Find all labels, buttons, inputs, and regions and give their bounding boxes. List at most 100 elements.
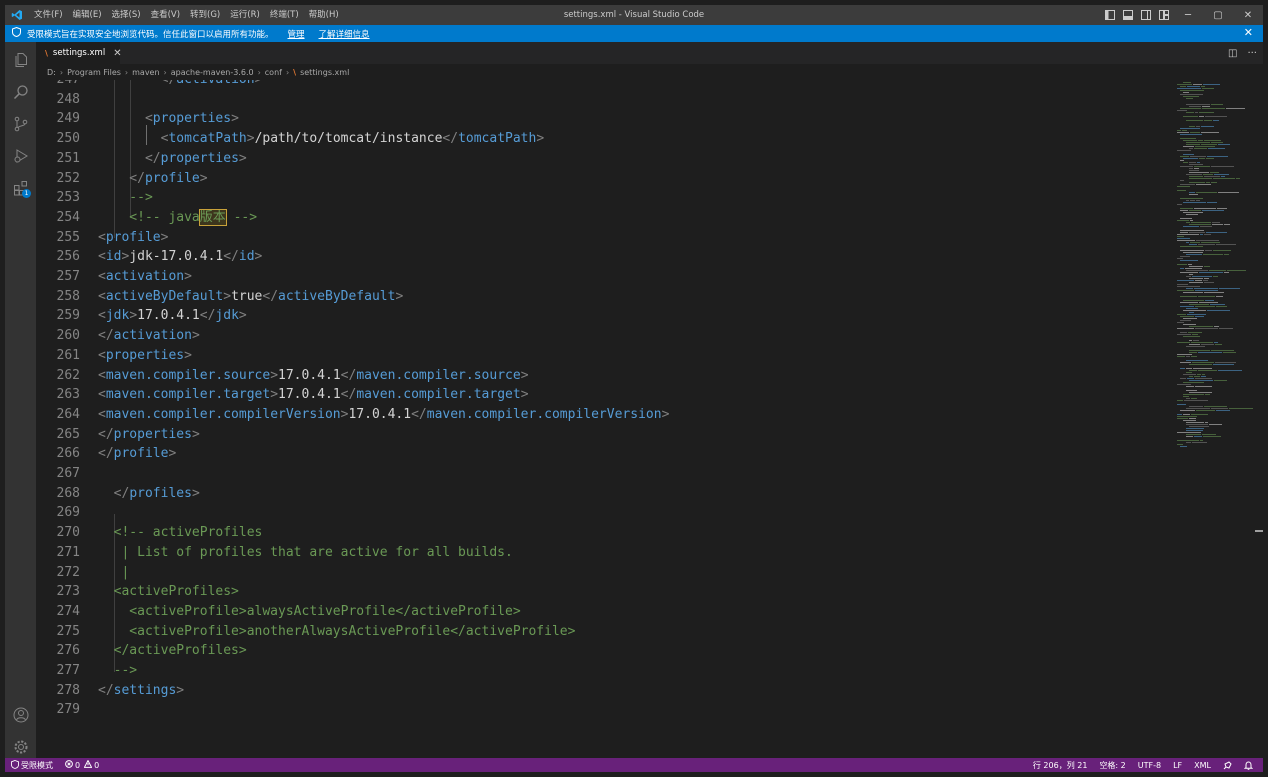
breadcrumb-item[interactable]: conf	[265, 68, 282, 77]
search-icon[interactable]	[5, 77, 36, 107]
code-line[interactable]: 279	[36, 700, 1176, 720]
code-line[interactable]: 272 |	[36, 563, 1176, 583]
code-line[interactable]: 255 <profile>	[36, 228, 1176, 248]
account-icon[interactable]	[5, 700, 36, 730]
customize-layout-icon[interactable]	[1155, 5, 1173, 25]
menu-view[interactable]: 查看(V)	[146, 5, 185, 25]
code-line[interactable]: 269	[36, 503, 1176, 523]
menu-help[interactable]: 帮助(H)	[304, 5, 344, 25]
banner-manage-link[interactable]: 管理	[288, 28, 305, 40]
code-line[interactable]: 268 </profiles>	[36, 484, 1176, 504]
scrollbar-marker[interactable]	[1255, 530, 1263, 532]
code-token: <	[98, 308, 106, 324]
code-line[interactable]: 274 <activeProfile>alwaysActiveProfile</…	[36, 602, 1176, 622]
code-token: id	[105, 249, 122, 265]
breadcrumb-item[interactable]: settings.xml	[300, 68, 349, 77]
code-line[interactable]: 256 <id>jdk-17.0.4.1</id>	[36, 247, 1176, 267]
minimap-line	[1196, 200, 1200, 201]
code-line[interactable]: 251 </properties>	[36, 149, 1176, 169]
minimize-button[interactable]: ─	[1173, 5, 1203, 25]
code-line[interactable]: 267	[36, 464, 1176, 484]
minimap-line	[1189, 162, 1196, 163]
code-line[interactable]: 250 <tomcatPath>/path/to/tomcat/instance…	[36, 129, 1176, 149]
line-number: 276	[56, 643, 80, 659]
code-line[interactable]: 263 <maven.compiler.target>17.0.4.1</mave…	[36, 385, 1176, 405]
code-line[interactable]: 277 -->	[36, 661, 1176, 681]
minimap-line	[1183, 154, 1194, 155]
close-window-button[interactable]: ✕	[1233, 5, 1263, 25]
code-line[interactable]: 248	[36, 90, 1176, 110]
code-line[interactable]: 252 </profile>	[36, 169, 1176, 189]
code-line[interactable]: 259 <jdk>17.0.4.1</jdk>	[36, 306, 1176, 326]
line-number: 266	[56, 446, 80, 462]
menu-terminal[interactable]: 终端(T)	[265, 5, 304, 25]
menu-go[interactable]: 转到(G)	[185, 5, 225, 25]
code-token: maven.compiler.compilerVersion	[426, 406, 662, 422]
code-line[interactable]: 262 <maven.compiler.source>17.0.4.1</mave…	[36, 366, 1176, 386]
line-number: 251	[56, 150, 80, 166]
code-line[interactable]: 260 </activation>	[36, 326, 1176, 346]
extensions-icon[interactable]: 1	[5, 173, 36, 203]
minimap-line	[1224, 272, 1229, 273]
code-line[interactable]: 276 </activeProfiles>	[36, 641, 1176, 661]
code-editor[interactable]: 247 </activation>248249 <properties>250 …	[36, 80, 1263, 758]
menu-file[interactable]: 文件(F)	[29, 5, 68, 25]
minimap-line	[1180, 302, 1198, 303]
problems-status[interactable]: 0 0	[59, 758, 105, 772]
toggle-primary-sidebar-icon[interactable]	[1101, 5, 1119, 25]
menu-run[interactable]: 运行(R)	[225, 5, 265, 25]
tab-settings-xml[interactable]: \ settings.xml ✕	[36, 42, 122, 64]
line-number: 268	[56, 485, 80, 501]
code-line[interactable]: 275 <activeProfile>anotherAlwaysActivePr…	[36, 622, 1176, 642]
minimap-line	[1189, 282, 1203, 283]
menu-selection[interactable]: 选择(S)	[107, 5, 146, 25]
minimap-line	[1186, 214, 1198, 215]
line-code: <activation>	[98, 267, 192, 287]
more-actions-icon[interactable]: ···	[1247, 48, 1257, 59]
run-debug-icon[interactable]	[5, 141, 36, 171]
code-line[interactable]: 254 <!-- java版本 -->	[36, 208, 1176, 228]
code-line[interactable]: 264 <maven.compiler.compilerVersion>17.0.…	[36, 405, 1176, 425]
toggle-panel-icon[interactable]	[1119, 5, 1137, 25]
code-line[interactable]: 278 </settings>	[36, 681, 1176, 701]
code-line[interactable]: 247 </activation>	[36, 80, 1176, 90]
minimap-line	[1189, 126, 1195, 127]
code-line[interactable]: 271 | List of profiles that are active f…	[36, 543, 1176, 563]
language-mode[interactable]: XML	[1188, 758, 1217, 772]
code-token: </	[98, 170, 145, 186]
code-line[interactable]: 249 <properties>	[36, 109, 1176, 129]
banner-close-button[interactable]: ✕	[1244, 26, 1253, 39]
restricted-mode-status[interactable]: 受限模式	[5, 758, 59, 772]
code-line[interactable]: 265 </properties>	[36, 425, 1176, 445]
line-code: </settings>	[98, 681, 184, 701]
breadcrumb-item[interactable]: apache-maven-3.6.0	[171, 68, 254, 77]
indentation-status[interactable]: 空格: 2	[1093, 758, 1131, 772]
code-line[interactable]: 266 </profile>	[36, 444, 1176, 464]
tab-close-button[interactable]: ✕	[113, 48, 121, 59]
split-editor-icon[interactable]: ◫	[1228, 48, 1237, 59]
feedback-icon[interactable]	[1217, 758, 1238, 772]
breadcrumb-item[interactable]: Program Files	[67, 68, 121, 77]
cursor-position[interactable]: 行 206，列 21	[1027, 758, 1094, 772]
code-line[interactable]: 257 <activation>	[36, 267, 1176, 287]
source-control-icon[interactable]	[5, 109, 36, 139]
breadcrumb-item[interactable]: D:	[47, 68, 56, 77]
code-line[interactable]: 261 <properties>	[36, 346, 1176, 366]
banner-learn-more-link[interactable]: 了解详细信息	[319, 28, 370, 40]
maximize-button[interactable]: ▢	[1203, 5, 1233, 25]
eol-status[interactable]: LF	[1167, 758, 1188, 772]
toggle-secondary-sidebar-icon[interactable]	[1137, 5, 1155, 25]
code-line[interactable]: 258 <activeByDefault>true</activeByDefaul…	[36, 287, 1176, 307]
minimap[interactable]	[1177, 80, 1253, 758]
notifications-bell-icon[interactable]	[1238, 758, 1259, 772]
code-line[interactable]: 253 -->	[36, 188, 1176, 208]
encoding-status[interactable]: UTF-8	[1132, 758, 1167, 772]
minimap-line	[1180, 268, 1184, 269]
minimap-line	[1205, 116, 1227, 117]
code-line[interactable]: 270 <!-- activeProfiles	[36, 523, 1176, 543]
files-icon[interactable]	[5, 45, 36, 75]
menu-edit[interactable]: 编辑(E)	[68, 5, 107, 25]
code-line[interactable]: 273 <activeProfiles>	[36, 582, 1176, 602]
breadcrumb-item[interactable]: maven	[132, 68, 159, 77]
line-code: <activeByDefault>true</activeByDefault>	[98, 287, 403, 307]
